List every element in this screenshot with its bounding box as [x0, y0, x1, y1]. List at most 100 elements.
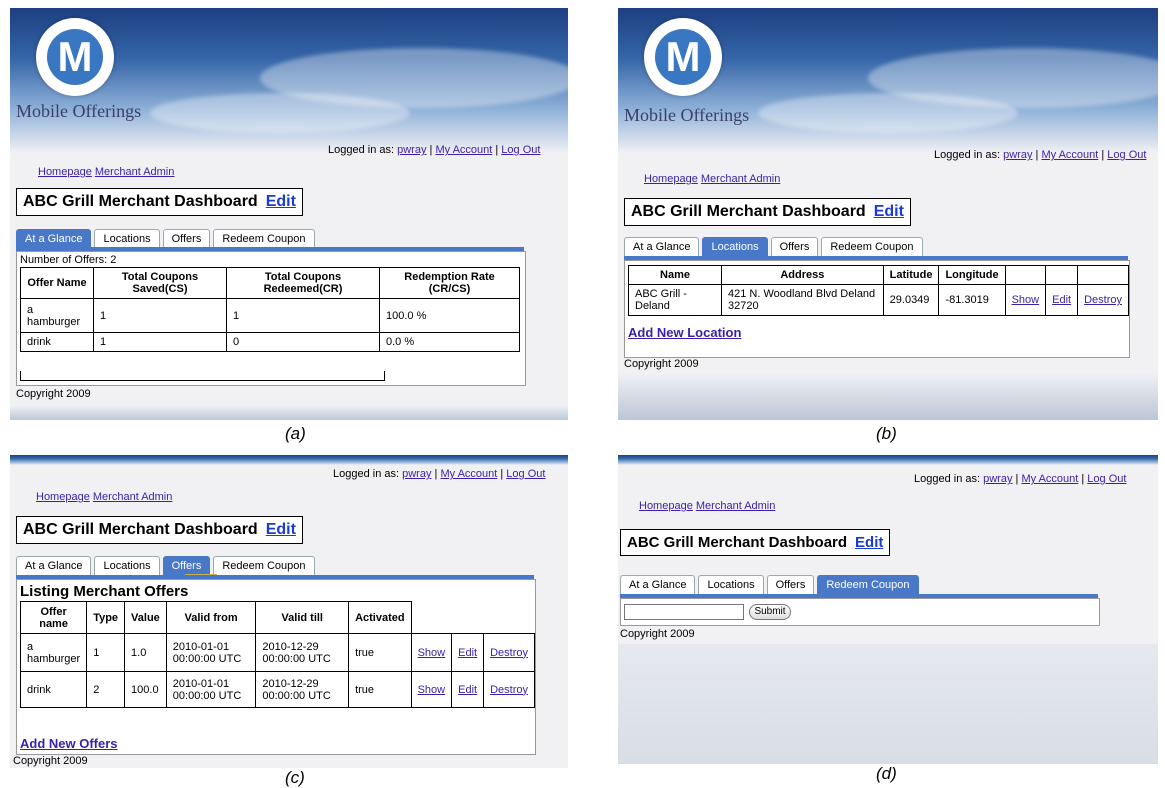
logo: M [644, 18, 722, 96]
column-header: Address [721, 265, 884, 285]
column-header: Name [628, 265, 722, 285]
tab-bar: At a Glance Locations Offers Redeem Coup… [16, 229, 315, 248]
logout-link[interactable]: Log Out [506, 468, 545, 480]
user-link[interactable]: pwray [983, 473, 1012, 485]
type-cell: 2 [86, 671, 126, 708]
panel-b-locations: M Mobile Offerings Logged in as: pwray |… [618, 8, 1158, 420]
login-prefix: Logged in as: [328, 144, 395, 156]
login-bar: Logged in as: pwray | My Account | Log O… [934, 149, 1146, 161]
panel-c-offers: Logged in as: pwray | My Account | Log O… [10, 455, 568, 768]
column-header: Value [124, 601, 167, 634]
logo-letter: M [47, 29, 103, 85]
nav-links: Homepage Merchant Admin [639, 500, 775, 512]
copyright: Copyright 2009 [16, 388, 91, 400]
tab-offers[interactable]: Offers [770, 237, 819, 256]
latitude-cell: 29.0349 [882, 284, 940, 316]
locations-content: Name Address Latitude Longitude ABC Gril… [624, 260, 1130, 358]
tab-locations[interactable]: Locations [698, 575, 764, 594]
logout-link[interactable]: Log Out [501, 144, 540, 156]
tab-locations[interactable]: Locations [702, 237, 768, 256]
tab-locations[interactable]: Locations [94, 556, 160, 575]
edit-dashboard-link[interactable]: Edit [855, 534, 883, 551]
column-header: Total Coupons Redeemed(CR) [226, 267, 380, 299]
coupon-code-input[interactable] [624, 604, 744, 620]
logout-link[interactable]: Log Out [1107, 149, 1146, 161]
tab-at-a-glance[interactable]: At a Glance [624, 237, 700, 256]
destroy-link[interactable]: Destroy [1084, 294, 1122, 306]
glance-content: Number of Offers: 2 Offer Name Total Cou… [16, 251, 526, 386]
edit-dashboard-link[interactable]: Edit [266, 521, 296, 538]
login-bar: Logged in as: pwray | My Account | Log O… [328, 144, 540, 156]
homepage-link[interactable]: Homepage [639, 500, 693, 512]
page-header [618, 455, 1158, 465]
caption-c: (c) [285, 768, 305, 787]
valid-till-cell: 2010-12-29 00:00:00 UTC [255, 633, 350, 672]
tab-offers[interactable]: Offers [162, 556, 211, 575]
panel-d-redeem: Logged in as: pwray | My Account | Log O… [618, 455, 1158, 764]
offers-content: Listing Merchant Offers Offer name Type … [16, 579, 536, 755]
nav-links: Homepage Merchant Admin [38, 166, 174, 178]
tab-offers[interactable]: Offers [766, 575, 815, 594]
show-link[interactable]: Show [418, 647, 446, 659]
merchant-admin-link[interactable]: Merchant Admin [95, 166, 174, 178]
merchant-admin-link[interactable]: Merchant Admin [701, 173, 780, 185]
my-account-link[interactable]: My Account [435, 144, 492, 156]
column-header: Valid from [165, 601, 257, 634]
my-account-link[interactable]: My Account [1041, 149, 1098, 161]
table-row: drink 1 0 0.0 % [20, 332, 520, 352]
merchant-admin-link[interactable]: Merchant Admin [696, 500, 775, 512]
edit-link[interactable]: Edit [1052, 294, 1071, 306]
separator: | [1035, 149, 1039, 161]
my-account-link[interactable]: My Account [440, 468, 497, 480]
tab-redeem-coupon[interactable]: Redeem Coupon [821, 237, 923, 256]
user-link[interactable]: pwray [402, 468, 431, 480]
add-new-location-link[interactable]: Add New Location [628, 325, 741, 340]
logout-link[interactable]: Log Out [1087, 473, 1126, 485]
login-prefix: Logged in as: [934, 149, 1001, 161]
tab-offers[interactable]: Offers [162, 229, 211, 248]
destroy-link[interactable]: Destroy [490, 647, 528, 659]
separator: | [1081, 473, 1085, 485]
tab-at-a-glance[interactable]: At a Glance [620, 575, 696, 594]
my-account-link[interactable]: My Account [1021, 473, 1078, 485]
offer-name-cell: drink [19, 671, 88, 708]
logo: M [36, 18, 114, 96]
tab-redeem-coupon[interactable]: Redeem Coupon [213, 229, 315, 248]
column-header: Offer Name [20, 267, 94, 299]
tab-redeem-coupon[interactable]: Redeem Coupon [213, 556, 315, 575]
table-row: drink 2 100.0 2010-01-01 00:00:00 UTC 20… [19, 671, 535, 708]
tab-at-a-glance[interactable]: At a Glance [16, 556, 92, 575]
table-row: a hamburger 1 1 100.0 % [20, 298, 520, 333]
user-link[interactable]: pwray [397, 144, 426, 156]
edit-link[interactable]: Edit [458, 647, 477, 659]
offers-table: Offer name Type Value Valid from Valid t… [19, 601, 535, 708]
merchant-admin-link[interactable]: Merchant Admin [93, 491, 172, 503]
homepage-link[interactable]: Homepage [644, 173, 698, 185]
edit-dashboard-link[interactable]: Edit [874, 203, 904, 220]
show-link[interactable]: Show [1012, 294, 1040, 306]
submit-button[interactable]: Submit [749, 604, 791, 620]
footer-fade [618, 644, 1158, 764]
login-bar: Logged in as: pwray | My Account | Log O… [914, 473, 1126, 485]
add-new-offers-link[interactable]: Add New Offers [20, 736, 118, 751]
column-header: Activated [348, 601, 412, 634]
user-link[interactable]: pwray [1003, 149, 1032, 161]
tab-bar: At a Glance Locations Offers Redeem Coup… [620, 575, 919, 594]
table-row: a hamburger 1 1.0 2010-01-01 00:00:00 UT… [19, 633, 535, 672]
separator: | [429, 144, 433, 156]
homepage-link[interactable]: Homepage [36, 491, 90, 503]
edit-link[interactable]: Edit [458, 684, 477, 696]
tab-locations[interactable]: Locations [94, 229, 160, 248]
homepage-link[interactable]: Homepage [38, 166, 92, 178]
copyright: Copyright 2009 [624, 358, 699, 370]
destroy-link[interactable]: Destroy [490, 684, 528, 696]
tab-at-a-glance[interactable]: At a Glance [16, 229, 92, 248]
column-header: Offer name [19, 601, 88, 634]
edit-dashboard-link[interactable]: Edit [266, 193, 296, 210]
value-cell: 100.0 [124, 671, 167, 708]
dashboard-title: ABC Grill Merchant Dashboard [631, 203, 866, 220]
show-link[interactable]: Show [418, 684, 446, 696]
offer-name-cell: a hamburger [19, 633, 88, 672]
dashboard-title-box: ABC Grill Merchant Dashboard Edit [16, 516, 303, 544]
tab-redeem-coupon[interactable]: Redeem Coupon [817, 575, 919, 594]
